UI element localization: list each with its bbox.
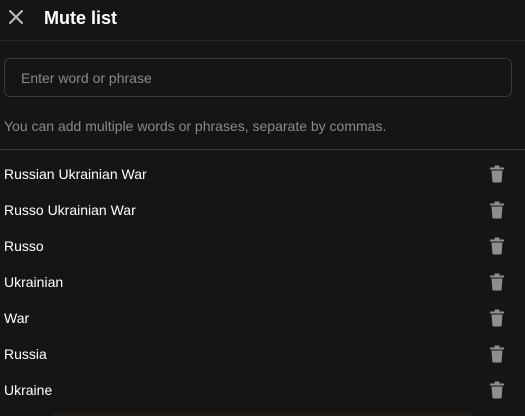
list-item: Russo Ukrainian War xyxy=(0,192,525,228)
trash-icon xyxy=(490,273,504,291)
trash-icon xyxy=(490,201,504,219)
delete-button[interactable] xyxy=(490,237,504,255)
delete-button[interactable] xyxy=(490,201,504,219)
bottom-edge-strip xyxy=(52,412,472,416)
header: Mute list xyxy=(0,0,525,41)
trash-icon xyxy=(490,309,504,327)
close-button[interactable] xyxy=(6,7,26,27)
page-title: Mute list xyxy=(44,8,118,28)
muted-words-list: Russian Ukrainian War Russo Ukrainian Wa… xyxy=(0,156,525,408)
muted-word-label: Russian Ukrainian War xyxy=(4,166,147,182)
trash-icon xyxy=(490,381,504,399)
mute-word-field[interactable] xyxy=(4,58,512,97)
delete-button[interactable] xyxy=(490,345,504,363)
trash-icon xyxy=(490,237,504,255)
helper-text: You can add multiple words or phrases, s… xyxy=(4,118,387,134)
muted-word-label: War xyxy=(4,310,30,326)
list-item: Russo xyxy=(0,228,525,264)
delete-button[interactable] xyxy=(490,273,504,291)
muted-word-label: Russo Ukrainian War xyxy=(4,202,136,218)
muted-word-label: Ukraine xyxy=(4,382,53,398)
list-item: War xyxy=(0,300,525,336)
list-item: Ukrainian xyxy=(0,264,525,300)
delete-button[interactable] xyxy=(490,165,504,183)
muted-word-label: Ukrainian xyxy=(4,274,64,290)
list-item: Russian Ukrainian War xyxy=(0,156,525,192)
delete-button[interactable] xyxy=(490,381,504,399)
trash-icon xyxy=(490,345,504,363)
mute-list-panel: Mute list You can add multiple words or … xyxy=(0,0,525,416)
muted-word-label: Russo xyxy=(4,238,44,254)
delete-button[interactable] xyxy=(490,309,504,327)
list-item: Russia xyxy=(0,336,525,372)
close-icon xyxy=(9,10,23,24)
divider xyxy=(0,149,525,150)
mute-word-input[interactable] xyxy=(5,59,511,96)
list-item: Ukraine xyxy=(0,372,525,408)
muted-word-label: Russia xyxy=(4,346,47,362)
trash-icon xyxy=(490,165,504,183)
